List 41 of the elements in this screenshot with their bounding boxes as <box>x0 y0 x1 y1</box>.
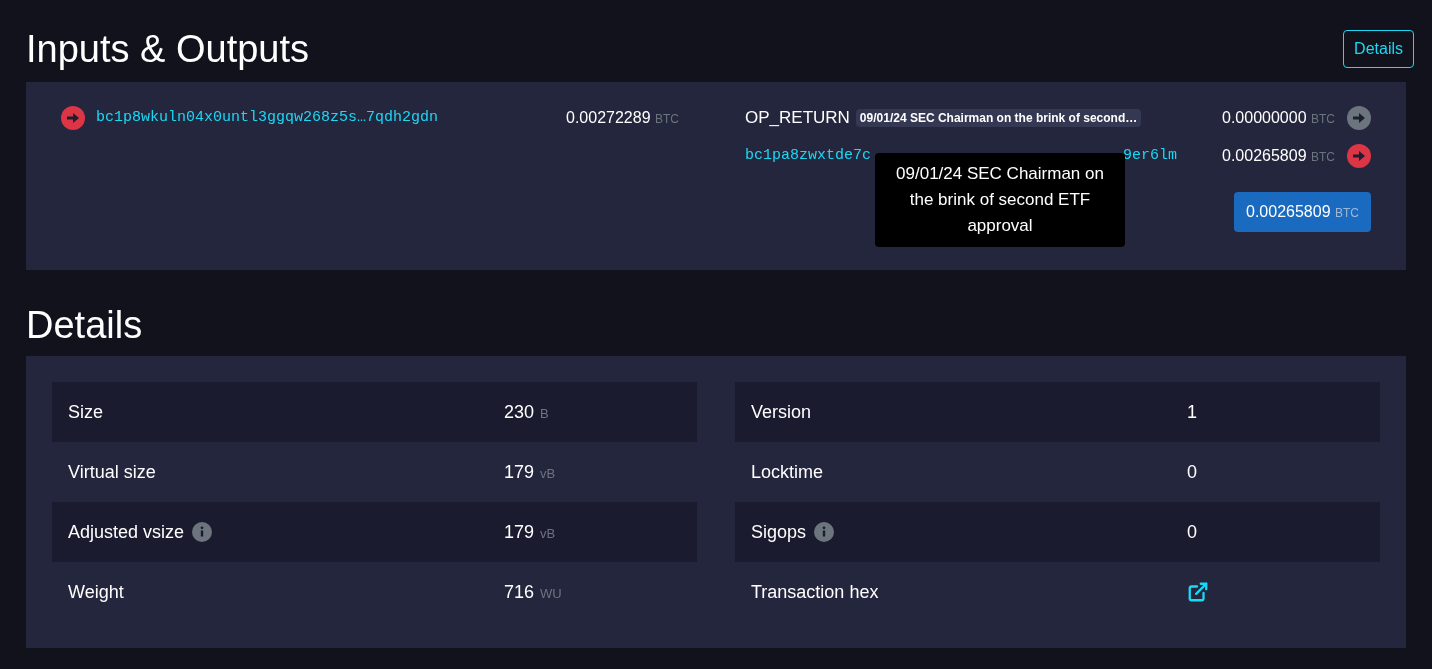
unit: BTC <box>1311 150 1335 164</box>
detail-label: Weight <box>68 580 124 604</box>
info-icon[interactable] <box>192 522 213 542</box>
unit: BTC <box>1311 112 1335 126</box>
unit: B <box>540 405 549 421</box>
unit: BTC <box>655 112 679 126</box>
details-button[interactable]: Details <box>1343 30 1414 68</box>
arrow-circle-icon[interactable] <box>1347 144 1371 168</box>
output-label: OP_RETURN <box>745 107 850 130</box>
detail-label: Size <box>68 400 103 424</box>
external-link-icon[interactable] <box>1187 581 1209 603</box>
detail-value: 179 <box>504 461 535 482</box>
detail-label: Locktime <box>751 460 824 484</box>
detail-value: 0 <box>1187 461 1197 482</box>
detail-value: 1 <box>1187 401 1197 422</box>
info-icon[interactable] <box>814 522 835 542</box>
section-title: Details <box>26 306 144 344</box>
detail-value: 179 <box>504 521 535 542</box>
section-title: Inputs & Outputs <box>26 30 310 68</box>
arrow-circle-icon[interactable] <box>1347 106 1371 130</box>
detail-label: Virtual size <box>68 460 156 484</box>
op-return-tag[interactable]: 09/01/24 SEC Chairman on the brink of second… <box>855 109 1142 127</box>
detail-label: Sigops <box>751 520 807 544</box>
address-link[interactable]: bc1pa8zwxtde7c <box>745 144 872 168</box>
detail-label: Transaction hex <box>751 580 879 604</box>
detail-label: Adjusted vsize <box>68 520 185 544</box>
amount: 0.00000000 <box>1222 109 1307 126</box>
unit: vB <box>540 465 556 481</box>
total-amount-badge: 0.00265809 BTC <box>1234 192 1371 232</box>
tooltip: 09/01/24 SEC Chairman on the brink of second ETF approval <box>875 153 1125 247</box>
amount: 0.00272289 <box>566 109 651 126</box>
unit: vB <box>540 525 556 541</box>
detail-value: 0 <box>1187 521 1197 542</box>
amount: 0.00265809 <box>1222 147 1307 164</box>
arrow-circle-icon[interactable] <box>61 106 85 130</box>
detail-label: Version <box>751 400 812 424</box>
unit: WU <box>540 585 562 601</box>
address-link[interactable]: 9er6lm <box>1123 144 1178 168</box>
address-link[interactable]: bc1p8wkuln04x0untl3ggqw268z5s…7qdh2gdn <box>96 106 566 130</box>
detail-value: 716 <box>504 581 535 602</box>
detail-value: 230 <box>504 401 535 422</box>
